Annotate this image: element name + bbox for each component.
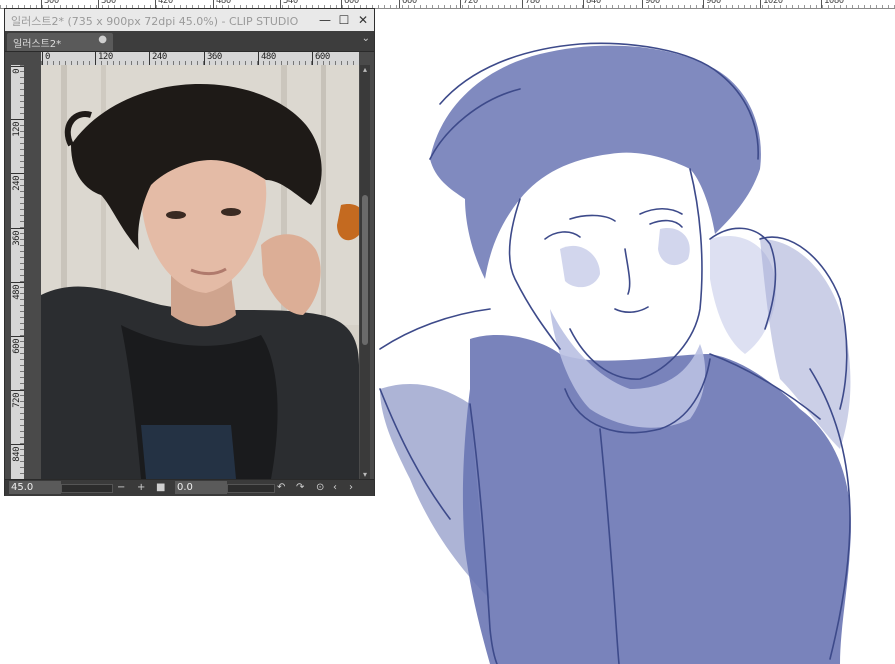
previous-icon[interactable]: ‹ [333, 481, 337, 495]
ruler-label: 960 [706, 0, 721, 6]
cheek-wash [560, 245, 600, 288]
scroll-down-icon[interactable]: ▾ [360, 470, 370, 479]
cheek-wash-right [658, 228, 690, 266]
window-title: 일러스트2* (735 x 900px 72dpi 45.0%) - CLIP … [11, 15, 299, 28]
vertical-ruler: 0 120 240 360 480 600 720 840 [11, 65, 24, 479]
ruler-label: 360 [12, 231, 22, 246]
rotate-slider[interactable] [227, 484, 275, 493]
ruler-label: 120 [98, 52, 113, 62]
zoom-slider[interactable] [61, 484, 113, 493]
zoom-value[interactable]: 45.0 [9, 481, 61, 494]
tab-menu-icon[interactable]: ⌄ [362, 33, 370, 44]
ruler-label: 360 [207, 52, 222, 62]
ruler-label: 600 [344, 0, 359, 6]
navigator-window[interactable]: 일러스트2* (735 x 900px 72dpi 45.0%) - CLIP … [4, 8, 375, 496]
scroll-thumb[interactable] [362, 195, 368, 345]
lamp-shape [337, 204, 359, 241]
ruler-label: 240 [152, 52, 167, 62]
ruler-label: 0 [45, 52, 50, 62]
zoom-out-icon[interactable]: − [117, 481, 125, 495]
ruler-label: 840 [12, 447, 22, 462]
ruler-label: 600 [12, 339, 22, 354]
patch-blue [141, 425, 236, 479]
ruler-label: 360 [101, 0, 116, 6]
navigator-titlebar[interactable]: 일러스트2* (735 x 900px 72dpi 45.0%) - CLIP … [5, 9, 374, 31]
rotate-value[interactable]: 0.0 [175, 481, 227, 494]
eye-right [221, 208, 241, 216]
maximize-button[interactable]: ☐ [336, 12, 352, 28]
tab-bar: 일러스트2* ● ⌄ [5, 31, 374, 52]
ruler-label: 480 [216, 0, 231, 6]
ruler-label: 300 [44, 0, 59, 6]
next-icon[interactable]: › [349, 481, 353, 495]
ruler-label: 840 [586, 0, 601, 6]
tab-document[interactable]: 일러스트2* ● [7, 33, 113, 51]
minimize-button[interactable]: — [317, 12, 333, 28]
vertical-scrollbar[interactable]: ▴ ▾ [360, 65, 370, 479]
eye-left [166, 211, 186, 219]
ruler-label: 900 [645, 0, 660, 6]
ruler-label: 120 [12, 122, 22, 137]
reference-photo [41, 65, 359, 479]
ruler-label: 240 [12, 176, 22, 191]
ruler-label: 480 [12, 285, 22, 300]
ruler-label: 720 [463, 0, 478, 6]
fit-view-icon[interactable]: ■ [156, 481, 165, 495]
reset-rotation-icon[interactable]: ⊙ [316, 481, 324, 495]
ruler-label: 480 [261, 52, 276, 62]
ruler-label: 0 [12, 69, 22, 74]
rotate-left-icon[interactable]: ↶ [277, 481, 285, 495]
ruler-label: 780 [525, 0, 540, 6]
ruler-label: 600 [315, 52, 330, 62]
ruler-label: 720 [12, 393, 22, 408]
tab-label: 일러스트2* [13, 39, 62, 50]
navigator-statusbar: 45.0 − + ■ 0.0 ↶ ↷ ⊙ ‹ › [5, 479, 374, 496]
horizontal-ruler: 0 120 240 360 480 600 [41, 52, 359, 65]
ruler-label: 540 [283, 0, 298, 6]
zoom-in-icon[interactable]: + [137, 481, 145, 495]
rotate-right-icon[interactable]: ↷ [296, 481, 304, 495]
ruler-label: 1020 [763, 0, 783, 6]
close-button[interactable]: ✕ [355, 12, 371, 28]
ruler-label: 660 [402, 0, 417, 6]
ruler-label: 1080 [824, 0, 844, 6]
drawing-canvas[interactable] [370, 9, 895, 664]
tab-modified-indicator[interactable]: ● [98, 34, 107, 45]
ruler-label: 420 [158, 0, 173, 6]
scroll-up-icon[interactable]: ▴ [360, 65, 370, 74]
